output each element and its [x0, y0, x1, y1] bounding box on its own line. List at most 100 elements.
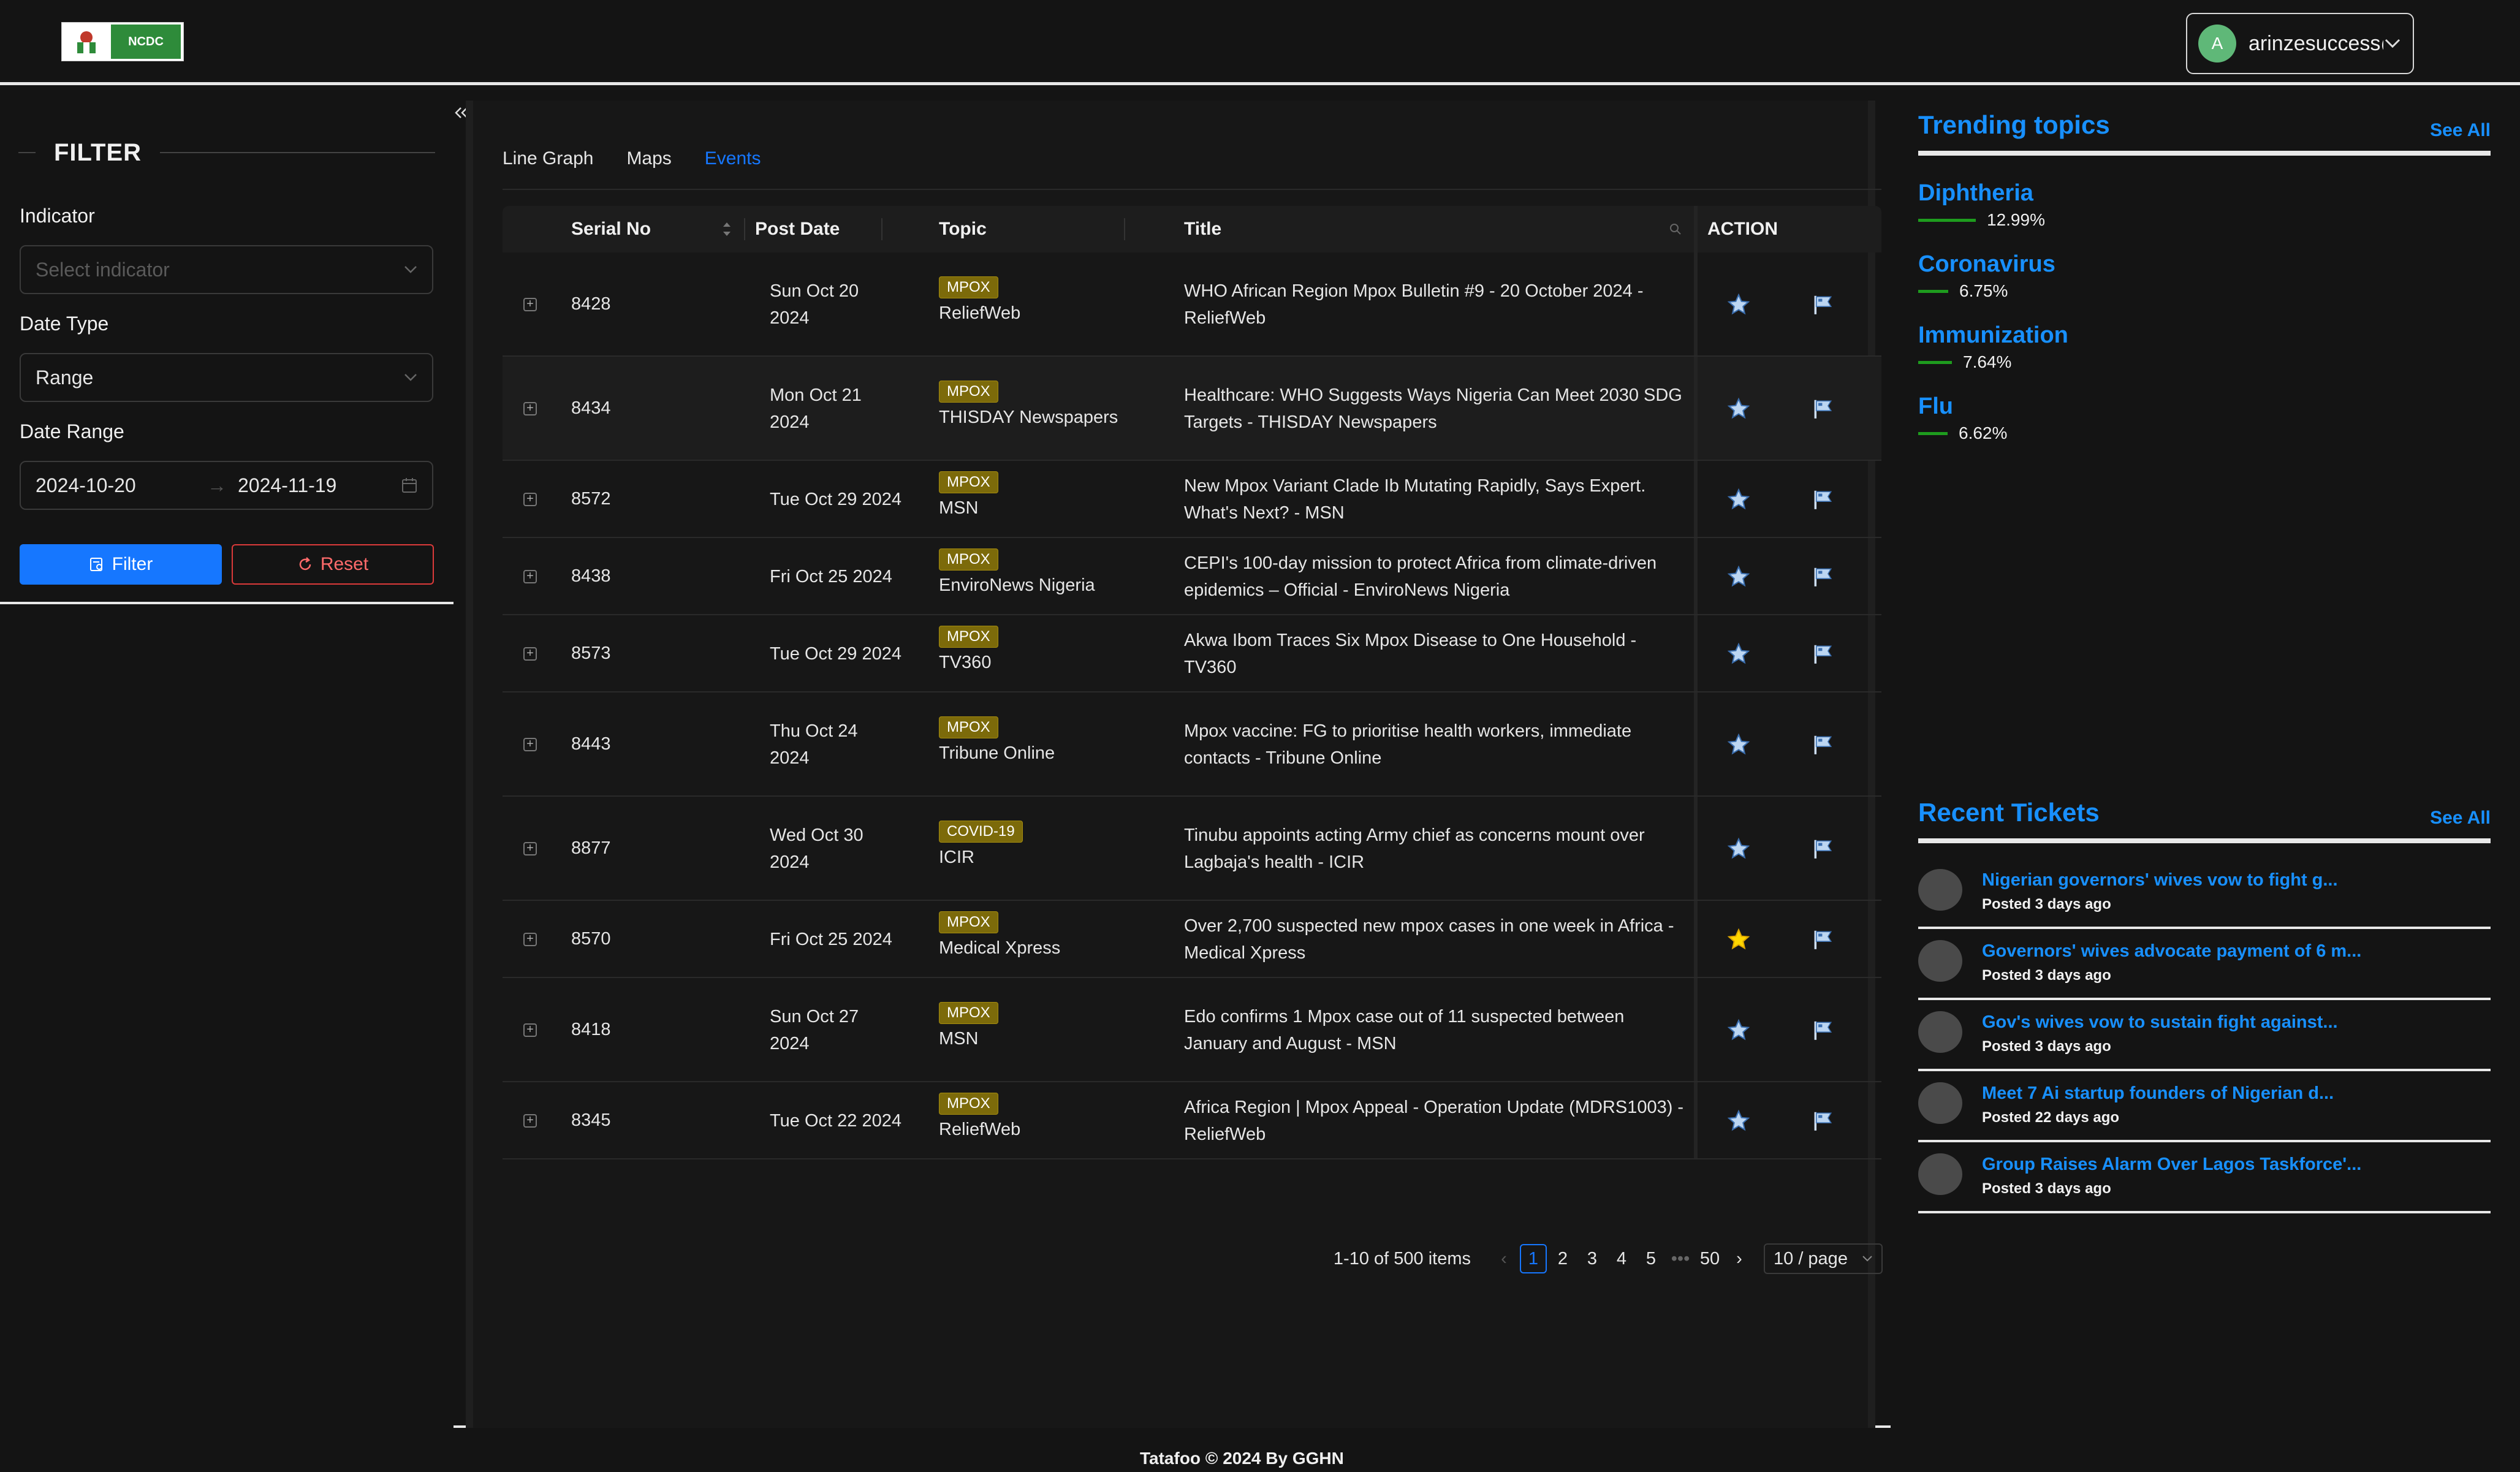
pagination-ellipsis[interactable]: ••• [1667, 1244, 1694, 1273]
date-range-picker[interactable]: 2024-10-20 → 2024-11-19 [20, 461, 433, 510]
page-5-button[interactable]: 5 [1638, 1244, 1664, 1273]
page-50-button[interactable]: 50 [1696, 1244, 1723, 1273]
serial-no-cell: 8570 [571, 929, 611, 949]
ticket-item[interactable]: Governors' wives advocate payment of 6 m… [1918, 929, 2491, 1000]
flag-icon[interactable] [1812, 488, 1835, 511]
expand-row-icon[interactable]: + [523, 570, 537, 583]
expand-row-icon[interactable]: + [523, 933, 537, 946]
star-icon[interactable] [1727, 488, 1750, 511]
title-cell[interactable]: Africa Region | Mpox Appeal - Operation … [1184, 1094, 1687, 1148]
table-row[interactable]: + 8573 Tue Oct 29 2024 MPOX TV360 Akwa I… [503, 615, 1881, 692]
table-row[interactable]: + 8570 Fri Oct 25 2024 MPOX Medical Xpre… [503, 901, 1881, 978]
title-cell[interactable]: Healthcare: WHO Suggests Ways Nigeria Ca… [1184, 382, 1687, 436]
ticket-item[interactable]: Group Raises Alarm Over Lagos Taskforce'… [1918, 1142, 2491, 1213]
star-icon[interactable] [1727, 565, 1750, 588]
ticket-title[interactable]: Meet 7 Ai startup founders of Nigerian d… [1982, 1083, 2334, 1104]
title-cell[interactable]: Tinubu appoints acting Army chief as con… [1184, 822, 1687, 876]
flag-icon[interactable] [1812, 733, 1835, 756]
tab-maps[interactable]: Maps [626, 147, 671, 189]
title-cell[interactable]: CEPI's 100-day mission to protect Africa… [1184, 550, 1687, 604]
table-row[interactable]: + 8438 Fri Oct 25 2024 MPOX EnviroNews N… [503, 538, 1881, 615]
reset-button[interactable]: Reset [232, 544, 434, 585]
filter-button[interactable]: Filter [20, 544, 222, 585]
table-row[interactable]: + 8877 Wed Oct 30 2024 COVID-19 ICIR Tin… [503, 797, 1881, 901]
flag-icon[interactable] [1812, 642, 1835, 666]
ticket-item[interactable]: Meet 7 Ai startup founders of Nigerian d… [1918, 1071, 2491, 1142]
title-cell[interactable]: Edo confirms 1 Mpox case out of 11 suspe… [1184, 1003, 1687, 1057]
next-page-icon[interactable]: › [1726, 1244, 1753, 1273]
ticket-item[interactable]: Gov's wives vow to sustain fight against… [1918, 1000, 2491, 1071]
tab-line-graph[interactable]: Line Graph [503, 147, 593, 189]
table-row[interactable]: + 8345 Tue Oct 22 2024 MPOX ReliefWeb Af… [503, 1082, 1881, 1159]
topic-tag: MPOX [939, 276, 998, 298]
topic-cell: COVID-19 ICIR [939, 821, 1023, 868]
prev-page-icon[interactable]: ‹ [1490, 1244, 1517, 1273]
date-type-select[interactable]: Range [20, 353, 433, 402]
ticket-title[interactable]: Group Raises Alarm Over Lagos Taskforce'… [1982, 1155, 2361, 1175]
star-icon[interactable] [1727, 928, 1750, 951]
flag-icon[interactable] [1812, 928, 1835, 951]
table-row[interactable]: + 8428 Sun Oct 20 2024 MPOX ReliefWeb WH… [503, 252, 1881, 357]
star-icon[interactable] [1727, 733, 1750, 756]
flag-icon[interactable] [1812, 565, 1835, 588]
ticket-title[interactable]: Gov's wives vow to sustain fight against… [1982, 1012, 2338, 1033]
trending-topic-name[interactable]: Coronavirus [1918, 251, 2055, 278]
topic-cell: MPOX MSN [939, 471, 998, 518]
table-row[interactable]: + 8434 Mon Oct 21 2024 MPOX THISDAY News… [503, 357, 1881, 461]
expand-row-icon[interactable]: + [523, 738, 537, 751]
trending-topic-name[interactable]: Immunization [1918, 322, 2068, 349]
star-icon[interactable] [1727, 293, 1750, 316]
flag-icon[interactable] [1812, 1109, 1835, 1132]
date-from-input[interactable]: 2024-10-20 [36, 474, 207, 497]
expand-row-icon[interactable]: + [523, 1114, 537, 1128]
tab-events[interactable]: Events [704, 147, 761, 212]
expand-row-icon[interactable]: + [523, 647, 537, 661]
title-cell[interactable]: Mpox vaccine: FG to prioritise health wo… [1184, 718, 1687, 772]
trending-topic[interactable]: Immunization 7.64% [1918, 322, 2068, 372]
table-row[interactable]: + 8443 Thu Oct 24 2024 MPOX Tribune Onli… [503, 692, 1881, 797]
tickets-see-all-link[interactable]: See All [2430, 808, 2491, 829]
trending-topic[interactable]: Coronavirus 6.75% [1918, 251, 2055, 301]
ticket-title[interactable]: Nigerian governors' wives vow to fight g… [1982, 870, 2338, 890]
search-icon[interactable] [1669, 223, 1682, 235]
ticket-item[interactable]: Nigerian governors' wives vow to fight g… [1918, 858, 2491, 929]
indicator-select[interactable]: Select indicator [20, 245, 433, 294]
flag-icon[interactable] [1812, 293, 1835, 316]
star-icon[interactable] [1727, 1109, 1750, 1132]
flag-icon[interactable] [1812, 837, 1835, 860]
trending-topic-name[interactable]: Flu [1918, 393, 2007, 420]
trending-topic[interactable]: Flu 6.62% [1918, 393, 2007, 443]
expand-row-icon[interactable]: + [523, 298, 537, 311]
ticket-title[interactable]: Governors' wives advocate payment of 6 m… [1982, 941, 2361, 962]
ncdc-logo[interactable]: NCDC [61, 22, 184, 61]
sort-icon[interactable] [721, 219, 733, 239]
expand-row-icon[interactable]: + [523, 493, 537, 506]
page-4-button[interactable]: 4 [1608, 1244, 1635, 1273]
trending-topic-name[interactable]: Diphtheria [1918, 180, 2045, 207]
page-2-button[interactable]: 2 [1549, 1244, 1576, 1273]
trending-topic[interactable]: Diphtheria 12.99% [1918, 180, 2045, 230]
col-serial-no[interactable]: Serial No [571, 206, 651, 252]
flag-icon[interactable] [1812, 397, 1835, 420]
page-size-select[interactable]: 10 / page [1764, 1243, 1883, 1274]
title-cell[interactable]: New Mpox Variant Clade Ib Mutating Rapid… [1184, 472, 1687, 526]
page-1-button[interactable]: 1 [1520, 1244, 1547, 1273]
expand-row-icon[interactable]: + [523, 842, 537, 856]
trending-see-all-link[interactable]: See All [2430, 120, 2491, 141]
star-icon[interactable] [1727, 837, 1750, 860]
user-menu[interactable]: A arinzesuccess@g... [2186, 13, 2414, 74]
flag-icon[interactable] [1812, 1019, 1835, 1042]
star-icon[interactable] [1727, 1019, 1750, 1042]
star-icon[interactable] [1727, 397, 1750, 420]
title-cell[interactable]: Akwa Ibom Traces Six Mpox Disease to One… [1184, 627, 1687, 681]
expand-row-icon[interactable]: + [523, 402, 537, 415]
expand-row-icon[interactable]: + [523, 1023, 537, 1037]
star-icon[interactable] [1727, 642, 1750, 666]
page-3-button[interactable]: 3 [1579, 1244, 1606, 1273]
date-to-input[interactable]: 2024-11-19 [238, 474, 401, 497]
indicator-placeholder: Select indicator [36, 258, 170, 281]
table-row[interactable]: + 8572 Tue Oct 29 2024 MPOX MSN New Mpox… [503, 461, 1881, 538]
title-cell[interactable]: Over 2,700 suspected new mpox cases in o… [1184, 912, 1687, 966]
title-cell[interactable]: WHO African Region Mpox Bulletin #9 - 20… [1184, 278, 1687, 332]
table-row[interactable]: + 8418 Sun Oct 27 2024 MPOX MSN Edo conf… [503, 978, 1881, 1082]
